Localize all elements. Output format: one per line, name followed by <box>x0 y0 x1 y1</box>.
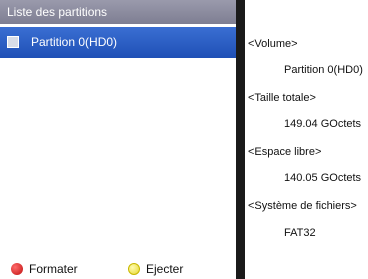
panel-divider <box>236 0 245 279</box>
volume-value: Partition 0(HD0) <box>284 64 363 76</box>
total-size-label: <Taille totale> <box>248 92 316 104</box>
total-size-value: 149.04 GOctets <box>284 118 362 130</box>
partition-item-label: Partition 0(HD0) <box>31 35 118 49</box>
list-item-partition-0[interactable]: Partition 0(HD0) <box>0 27 236 58</box>
filesystem-value: FAT32 <box>284 227 316 239</box>
yellow-button-icon <box>128 263 140 275</box>
partition-details-panel: <Volume> Partition 0(HD0) <Taille totale… <box>245 0 368 279</box>
filesystem-label: <Système de fichiers> <box>248 200 357 212</box>
red-button-icon <box>11 263 23 275</box>
eject-button[interactable]: Ejecter <box>146 262 183 276</box>
partition-list-title-bar: Liste des partitions <box>0 0 236 24</box>
volume-label: <Volume> <box>248 38 298 50</box>
partition-list-panel: Liste des partitions Partition 0(HD0) Fo… <box>0 0 236 279</box>
format-button[interactable]: Formater <box>29 262 78 276</box>
partition-list-title: Liste des partitions <box>7 5 108 19</box>
footer-actions: Formater Ejecter <box>0 258 236 279</box>
checkbox-icon[interactable] <box>7 36 19 48</box>
free-space-value: 140.05 GOctets <box>284 172 362 184</box>
free-space-label: <Espace libre> <box>248 146 322 158</box>
